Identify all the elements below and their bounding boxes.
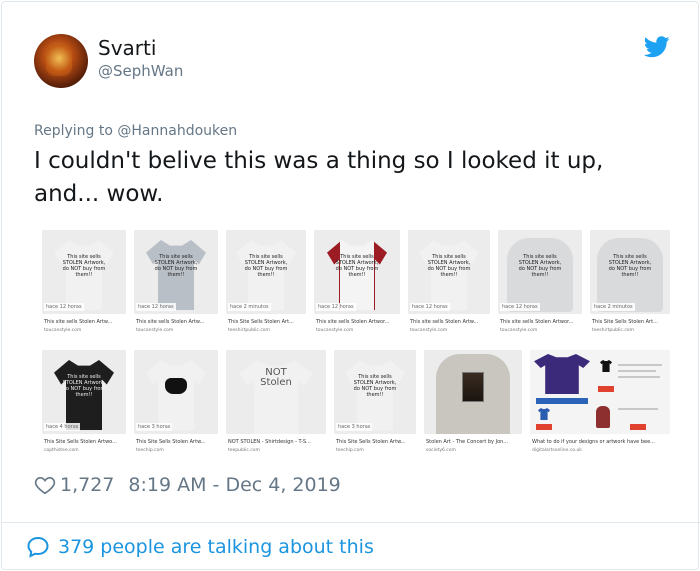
image-result[interactable]: This site sells STOLEN Artwork, do NOT b… bbox=[590, 222, 670, 342]
attached-image[interactable]: This site sells STOLEN Artwork, do NOT b… bbox=[34, 218, 674, 462]
result-thumbnail[interactable]: This site sells STOLEN Artwork, do NOT b… bbox=[498, 230, 582, 314]
image-result[interactable]: Stolen Art - The Concert by Jon... societ… bbox=[424, 342, 522, 462]
tweet-timestamp[interactable]: 8:19 AM - Dec 4, 2019 bbox=[128, 474, 340, 496]
image-result[interactable]: This site sells STOLEN Artwork, do NOT b… bbox=[226, 222, 306, 342]
t-shirt-image bbox=[146, 360, 206, 430]
result-title[interactable]: What to do if your designs or artwork ha… bbox=[532, 439, 655, 445]
image-result[interactable]: This site sells STOLEN Artwork, do NOT b… bbox=[334, 342, 416, 462]
result-thumbnail[interactable]: NOT Stolen bbox=[226, 350, 326, 434]
result-thumbnail[interactable]: This site sells STOLEN Artwork, do NOT b… bbox=[334, 350, 416, 434]
result-title[interactable]: This site sells Stolen Artwor... bbox=[316, 319, 389, 325]
result-title[interactable]: This Site Sells Stolen Art... bbox=[228, 319, 294, 325]
display-name[interactable]: Svarti bbox=[98, 36, 156, 60]
result-thumbnail[interactable]: This site sells STOLEN Artwork, do NOT b… bbox=[314, 230, 400, 314]
avatar[interactable] bbox=[34, 34, 88, 88]
time-badge: hace 12 horas bbox=[410, 303, 450, 311]
result-title[interactable]: This Site Sells Stolen Artw... bbox=[136, 439, 205, 445]
image-result[interactable]: This site sells STOLEN Artwork, do NOT b… bbox=[42, 342, 126, 462]
time-badge: hace 3 horas bbox=[336, 423, 373, 431]
result-title[interactable]: This site sells Stolen Artw... bbox=[44, 319, 112, 325]
result-thumbnail[interactable]: This site sells STOLEN Artwork, do NOT b… bbox=[134, 230, 218, 314]
shirt-print-text: This site sells STOLEN Artwork, do NOT b… bbox=[335, 254, 379, 278]
result-source[interactable]: society6.com bbox=[426, 448, 456, 453]
conversation-link[interactable]: 379 people are talking about this bbox=[26, 535, 374, 559]
result-title[interactable]: Stolen Art - The Concert by Jon... bbox=[426, 439, 508, 445]
image-result[interactable]: This site sells STOLEN Artwork, do NOT b… bbox=[498, 222, 582, 342]
tweet-card: Svarti @SephWan Replying to @Hannahdouke… bbox=[1, 1, 700, 570]
result-source[interactable]: teechip.com bbox=[136, 448, 164, 453]
image-result[interactable]: What to do if your designs or artwork ha… bbox=[530, 342, 670, 462]
result-title[interactable]: This Site Sells Stolen Artwo... bbox=[44, 439, 117, 445]
image-results-row-2: This site sells STOLEN Artwork, do NOT b… bbox=[42, 342, 670, 462]
result-thumbnail[interactable]: This site sells STOLEN Artwork, do NOT b… bbox=[42, 350, 126, 434]
image-result[interactable]: This site sells STOLEN Artwork, do NOT b… bbox=[134, 222, 218, 342]
result-source[interactable]: toucanstyle.com bbox=[44, 328, 81, 333]
reply-prefix: Replying to bbox=[34, 123, 113, 139]
result-source[interactable]: toucanstyle.com bbox=[500, 328, 537, 333]
shirt-print-text: This site sells STOLEN Artwork, do NOT b… bbox=[518, 254, 562, 278]
image-result[interactable]: hace 3 horas This Site Sells Stolen Artw.… bbox=[134, 342, 218, 462]
shirt-print-text: This site sells STOLEN Artwork, do NOT b… bbox=[608, 254, 652, 278]
cat-graphic bbox=[165, 378, 187, 394]
shirt-print-text: This site sells STOLEN Artwork, do NOT b… bbox=[353, 374, 397, 398]
speech-bubble-icon bbox=[27, 536, 49, 558]
shirt-print-text: This site sells STOLEN Artwork, do NOT b… bbox=[244, 254, 288, 278]
image-result[interactable]: NOT Stolen NOT STOLEN - Shirtdesign - T-S… bbox=[226, 342, 326, 462]
like-count[interactable]: 1,727 bbox=[60, 474, 114, 496]
result-source[interactable]: copthistee.com bbox=[44, 448, 79, 453]
result-source[interactable]: toucanstyle.com bbox=[316, 328, 353, 333]
time-badge: hace 3 horas bbox=[136, 423, 173, 431]
result-thumbnail[interactable]: This site sells STOLEN Artwork, do NOT b… bbox=[408, 230, 490, 314]
shirt-print-text: This site sells STOLEN Artwork, do NOT b… bbox=[62, 254, 106, 278]
divider bbox=[2, 522, 700, 523]
result-title[interactable]: This Site Sells Stolen Artw... bbox=[336, 439, 405, 445]
result-thumbnail[interactable] bbox=[424, 350, 522, 434]
result-title[interactable]: NOT STOLEN - Shirtdesign - T-S... bbox=[228, 439, 311, 445]
result-thumbnail[interactable] bbox=[530, 350, 670, 434]
shirt-print-text: This site sells STOLEN Artwork, do NOT b… bbox=[154, 254, 198, 278]
time-badge: hace 12 horas bbox=[136, 303, 176, 311]
time-badge: hace 2 minutos bbox=[592, 303, 635, 311]
time-badge: hace 12 horas bbox=[316, 303, 356, 311]
article-collage-image bbox=[530, 350, 670, 434]
result-title[interactable]: This site sells Stolen Artw... bbox=[136, 319, 204, 325]
reply-context: Replying to @Hannahdouken bbox=[34, 123, 237, 139]
reply-mention-link[interactable]: @Hannahdouken bbox=[117, 123, 237, 139]
heart-icon[interactable] bbox=[34, 474, 56, 496]
image-result[interactable]: This site sells STOLEN Artwork, do NOT b… bbox=[408, 222, 490, 342]
image-results-row-1: This site sells STOLEN Artwork, do NOT b… bbox=[42, 222, 670, 342]
conversation-text[interactable]: 379 people are talking about this bbox=[58, 536, 374, 558]
time-badge: hace 12 horas bbox=[500, 303, 540, 311]
result-thumbnail[interactable]: This site sells STOLEN Artwork, do NOT b… bbox=[226, 230, 306, 314]
shirt-print-text: NOT Stolen bbox=[260, 367, 292, 388]
result-thumbnail[interactable]: This site sells STOLEN Artwork, do NOT b… bbox=[590, 230, 670, 314]
result-title[interactable]: This site sells Stolen Artwor... bbox=[500, 319, 573, 325]
result-thumbnail[interactable]: hace 3 horas bbox=[134, 350, 218, 434]
painting-print bbox=[462, 372, 484, 402]
result-source[interactable]: teechip.com bbox=[336, 448, 364, 453]
time-badge: hace 12 horas bbox=[44, 303, 84, 311]
result-source[interactable]: toucanstyle.com bbox=[136, 328, 173, 333]
time-badge: hace 4 horas bbox=[44, 423, 81, 431]
shirt-print-text: This site sells STOLEN Artwork, do NOT b… bbox=[62, 374, 106, 398]
result-title[interactable]: This site sells Stolen Artw... bbox=[410, 319, 478, 325]
result-source[interactable]: teeshirtpublic.com bbox=[592, 328, 634, 333]
time-badge: hace 2 minutos bbox=[228, 303, 271, 311]
result-source[interactable]: teepublic.com bbox=[228, 448, 260, 453]
result-thumbnail[interactable]: This site sells STOLEN Artwork, do NOT b… bbox=[42, 230, 126, 314]
result-source[interactable]: teeshirtpublic.com bbox=[228, 328, 270, 333]
result-source[interactable]: digitalartsonline.co.uk bbox=[532, 448, 582, 453]
tweet-text: I couldn't belive this was a thing so I … bbox=[34, 148, 604, 207]
image-result[interactable]: This site sells STOLEN Artwork, do NOT b… bbox=[42, 222, 126, 342]
result-source[interactable]: toucanstyle.com bbox=[410, 328, 447, 333]
image-result[interactable]: This site sells STOLEN Artwork, do NOT b… bbox=[314, 222, 400, 342]
user-handle[interactable]: @SephWan bbox=[98, 62, 183, 80]
result-title[interactable]: This Site Sells Stolen Art... bbox=[592, 319, 658, 325]
shirt-print-text: This site sells STOLEN Artwork, do NOT b… bbox=[427, 254, 471, 278]
twitter-bird-icon[interactable] bbox=[644, 36, 670, 58]
tweet-meta: 1,727 8:19 AM - Dec 4, 2019 bbox=[34, 472, 341, 498]
